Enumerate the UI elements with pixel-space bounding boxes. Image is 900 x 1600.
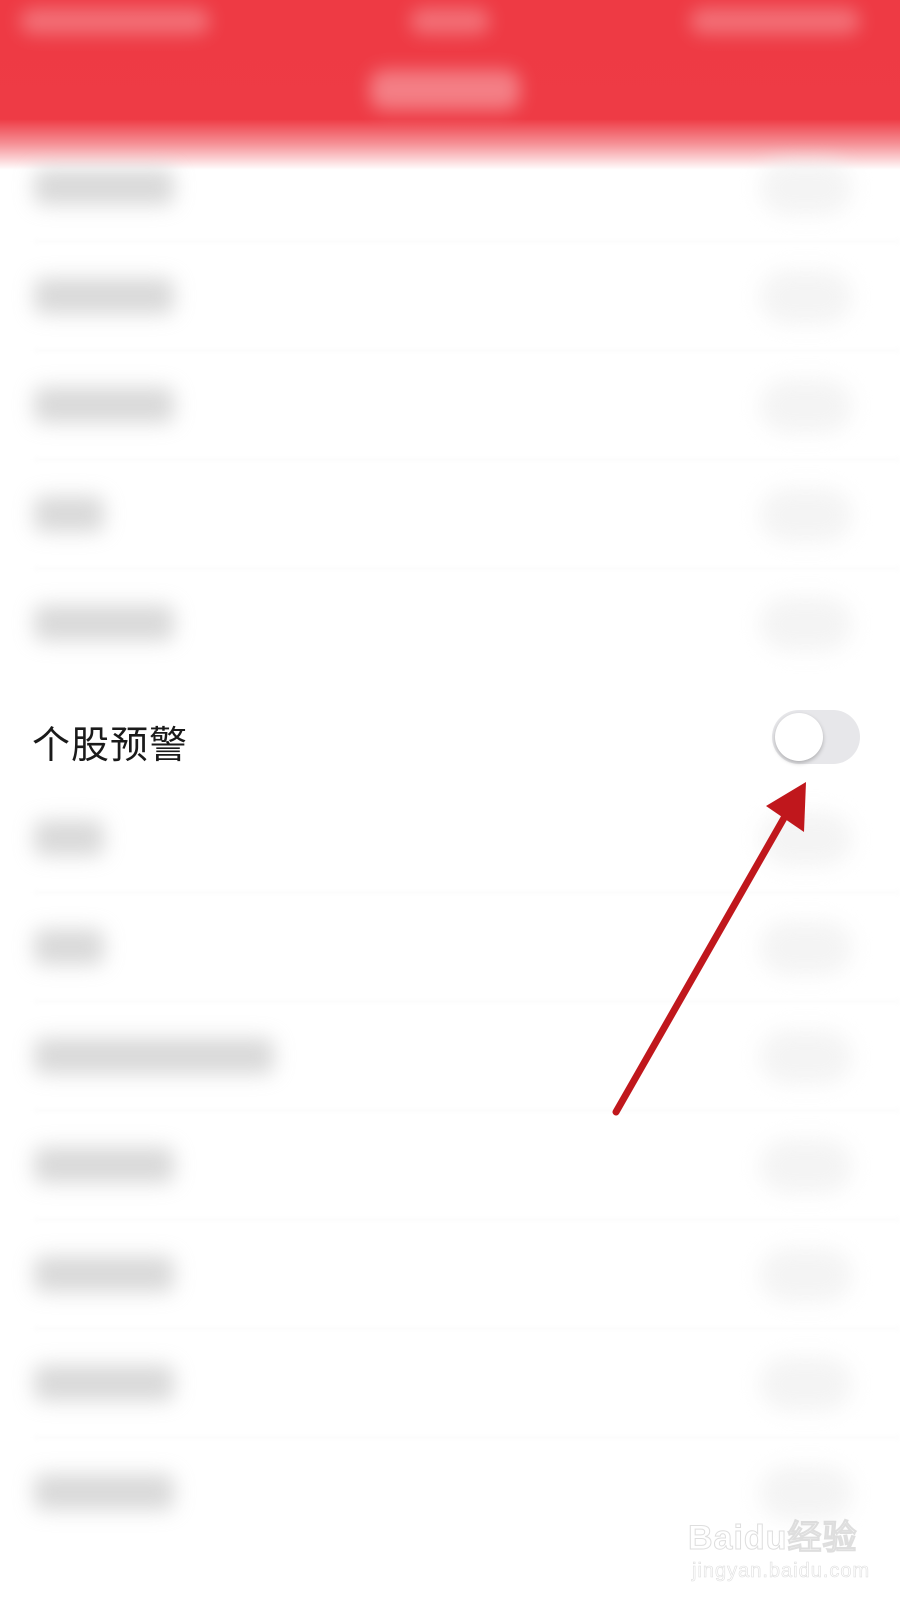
settings-row-blurred[interactable]	[0, 133, 900, 242]
status-bar-center-blurred	[410, 8, 490, 34]
row-label-blurred	[34, 387, 174, 423]
row-toggle-blurred	[760, 1248, 852, 1302]
settings-row-blurred[interactable]	[0, 1002, 900, 1111]
row-toggle-blurred	[760, 1139, 852, 1193]
status-bar-left-blurred	[20, 8, 210, 34]
page-title-blurred	[370, 70, 520, 110]
settings-row-blurred[interactable]	[0, 1329, 900, 1438]
row-label-blurred	[34, 605, 174, 641]
settings-row-blurred[interactable]	[0, 460, 900, 569]
settings-row-blurred[interactable]	[0, 1220, 900, 1329]
row-toggle-blurred	[760, 161, 852, 215]
row-label-blurred	[34, 496, 104, 532]
row-toggle-blurred	[760, 379, 852, 433]
watermark-sub-text: jingyan.baidu.com	[692, 1560, 871, 1583]
row-toggle-blurred	[760, 1030, 852, 1084]
row-label-blurred	[34, 278, 174, 314]
row-toggle-blurred	[760, 488, 852, 542]
stock-alert-row[interactable]: 个股预警	[0, 684, 900, 792]
row-label-blurred	[34, 820, 104, 856]
settings-row-blurred[interactable]	[0, 784, 900, 893]
row-toggle-blurred	[760, 597, 852, 651]
baidu-watermark: Baidu经验 jingyan.baidu.com	[687, 1500, 888, 1590]
row-toggle-blurred	[760, 812, 852, 866]
row-label-blurred	[34, 169, 174, 205]
row-toggle-blurred	[760, 921, 852, 975]
row-label-blurred	[34, 1474, 174, 1510]
stock-alert-toggle[interactable]	[772, 710, 860, 764]
settings-row-blurred[interactable]	[0, 1111, 900, 1220]
app-screen: 个股预警 Baidu经验 jingyan.baidu.com	[0, 0, 900, 1600]
row-label-blurred	[34, 1038, 274, 1074]
row-label-blurred	[34, 929, 104, 965]
settings-row-blurred[interactable]	[0, 569, 900, 678]
toggle-knob	[775, 713, 823, 761]
row-label-blurred	[34, 1256, 174, 1292]
row-label-blurred	[34, 1147, 174, 1183]
stock-alert-label: 个股预警	[32, 723, 189, 767]
settings-row-blurred[interactable]	[0, 351, 900, 460]
settings-row-blurred[interactable]	[0, 242, 900, 351]
watermark-main-text: Baidu经验	[687, 1519, 858, 1558]
row-toggle-blurred	[760, 270, 852, 324]
row-label-blurred	[34, 1365, 174, 1401]
row-toggle-blurred	[760, 1357, 852, 1411]
status-bar-right-blurred	[690, 8, 860, 34]
settings-row-blurred[interactable]	[0, 893, 900, 1002]
